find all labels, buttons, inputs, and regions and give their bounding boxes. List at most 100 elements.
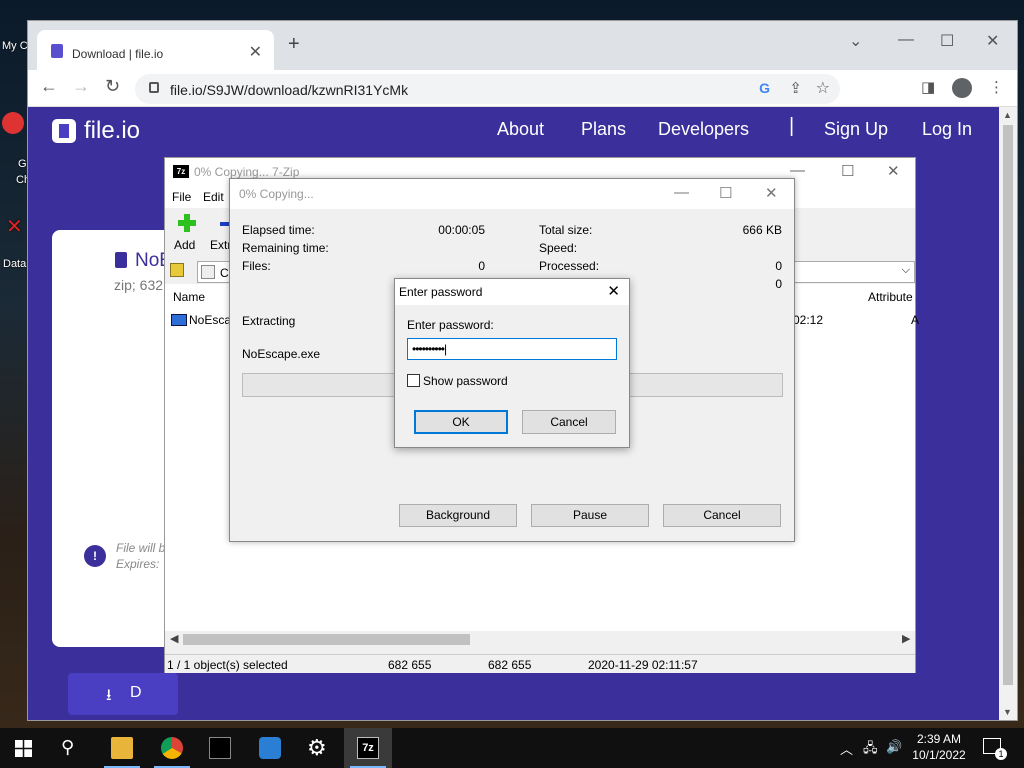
search-button[interactable]: ⚲ xyxy=(48,728,96,768)
taskbar: ⚲ ⚙ 7z ︿ 🖧 🔊 2:39 AM 10/1/2022 1 xyxy=(0,728,1024,768)
chevron-up-icon[interactable]: ︿ xyxy=(840,739,853,758)
url-text: file.io/S9JW/download/kzwnRI31YcMk xyxy=(170,82,409,98)
password-input[interactable]: ••••••••••| xyxy=(407,338,617,360)
maximize-icon[interactable]: ☐ xyxy=(940,31,954,51)
cancel-button[interactable]: Cancel xyxy=(663,504,781,527)
close-icon[interactable]: ✕ xyxy=(887,162,900,180)
speed-label: Speed: xyxy=(539,241,578,255)
desktop-icon-label: My C xyxy=(2,40,28,52)
file-row-time: 02:12 xyxy=(793,313,824,327)
scroll-right-icon[interactable]: ▶ xyxy=(902,632,910,645)
notification-icon[interactable]: 1 xyxy=(983,738,1007,760)
hscroll-thumb[interactable] xyxy=(183,634,470,645)
scroll-left-icon[interactable]: ◀ xyxy=(170,632,178,645)
download-card: NoE zip; 632 ! File will b Expires: xyxy=(52,230,172,647)
start-button[interactable] xyxy=(0,728,48,768)
scroll-down-icon[interactable]: ▼ xyxy=(1003,707,1012,717)
password-titlebar: Enter password ✕ xyxy=(395,279,629,305)
scroll-thumb[interactable] xyxy=(1003,125,1013,685)
status-packed: 682 655 xyxy=(488,658,532,672)
new-tab-icon[interactable]: + xyxy=(288,33,300,56)
maximize-icon[interactable]: ☐ xyxy=(719,184,732,202)
column-name[interactable]: Name xyxy=(173,290,205,304)
processed-value: 0 xyxy=(775,259,782,273)
expiry-note-line1: File will b xyxy=(116,541,166,555)
nav-developers[interactable]: Developers xyxy=(658,119,749,140)
taskbar-explorer[interactable] xyxy=(98,728,146,768)
files-label: Files: xyxy=(242,259,271,273)
column-attributes[interactable]: Attribute xyxy=(868,290,913,304)
nav-about[interactable]: About xyxy=(497,119,544,140)
reload-icon[interactable]: ↻ xyxy=(105,76,120,97)
menu-dots-icon[interactable]: ⋮ xyxy=(989,78,1004,96)
fileio-logo[interactable]: file.io xyxy=(52,117,140,145)
network-icon[interactable]: 🖧 xyxy=(863,739,878,761)
taskbar-settings[interactable]: ⚙ xyxy=(294,728,342,768)
progress-title: 0% Copying... xyxy=(239,187,314,201)
menu-file[interactable]: File xyxy=(172,190,191,204)
close-icon[interactable]: ✕ xyxy=(765,184,778,202)
google-icon[interactable]: G xyxy=(759,80,770,96)
horizontal-scrollbar[interactable]: ◀ ▶ xyxy=(165,631,915,648)
ratio-value: 0 xyxy=(775,277,782,291)
taskbar-terminal[interactable] xyxy=(196,728,244,768)
volume-icon[interactable]: 🔊 xyxy=(886,739,902,755)
download-label: D xyxy=(130,684,142,701)
download-icon: ⭳ xyxy=(106,687,112,704)
browser-tab[interactable]: Download | file.io ✕ xyxy=(37,30,274,70)
7zip-title: 0% Copying... 7-Zip xyxy=(194,165,300,179)
search-icon: ⚲ xyxy=(61,737,75,757)
bookmark-star-icon[interactable]: ☆ xyxy=(816,78,830,98)
tab-bar: Download | file.io ✕ + ⌄ — ☐ ✕ xyxy=(28,21,1017,70)
elapsed-label: Elapsed time: xyxy=(242,223,315,237)
taskbar-app[interactable] xyxy=(246,728,294,768)
add-button[interactable]: Add xyxy=(165,208,205,258)
back-icon[interactable]: ← xyxy=(40,76,58,97)
folder-up-icon[interactable] xyxy=(170,263,184,277)
close-icon[interactable]: ✕ xyxy=(607,282,620,300)
desktop-icon-label-data: Data xyxy=(3,258,27,270)
nav-plans[interactable]: Plans xyxy=(581,119,626,140)
show-password-checkbox[interactable] xyxy=(407,374,420,387)
nav-signup[interactable]: Sign Up xyxy=(824,119,888,140)
clock[interactable]: 2:39 AM 10/1/2022 xyxy=(908,731,970,763)
desktop-icon-chrome[interactable] xyxy=(2,112,28,136)
7zip-logo-icon: 7z xyxy=(173,165,189,178)
notification-count: 1 xyxy=(995,748,1007,760)
scroll-up-icon[interactable]: ▲ xyxy=(1003,110,1012,120)
cancel-button[interactable]: Cancel xyxy=(522,410,616,434)
page-scrollbar[interactable]: ▲ ▼ xyxy=(999,107,1017,720)
minimize-icon[interactable]: — xyxy=(674,184,689,201)
maximize-icon[interactable]: ☐ xyxy=(841,162,854,180)
sidepanel-icon[interactable]: ◨ xyxy=(921,78,935,96)
file-row-attr: A xyxy=(911,313,920,327)
profile-avatar-icon[interactable] xyxy=(952,78,972,98)
data-icon: ✕ xyxy=(6,216,23,238)
chevron-down-icon[interactable]: ⌵ xyxy=(902,264,910,277)
download-button[interactable]: ⭳ D xyxy=(68,673,178,715)
minimize-icon[interactable]: — xyxy=(898,31,914,49)
desktop-icon-mycomputer[interactable]: My C xyxy=(2,40,28,52)
minimize-icon[interactable]: — xyxy=(790,162,805,179)
elapsed-value: 00:00:05 xyxy=(438,223,485,237)
ok-button[interactable]: OK xyxy=(414,410,508,434)
nav-login[interactable]: Log In xyxy=(922,119,972,140)
close-tab-icon[interactable]: ✕ xyxy=(249,42,262,62)
taskbar-7zip[interactable]: 7z xyxy=(344,728,392,768)
address-bar[interactable]: file.io/S9JW/download/kzwnRI31YcMk G ⇪ ☆ xyxy=(135,74,840,104)
chrome-icon xyxy=(161,737,183,759)
pause-button[interactable]: Pause xyxy=(531,504,649,527)
app-icon xyxy=(259,737,281,759)
taskbar-chrome[interactable] xyxy=(148,728,196,768)
progress-titlebar: 0% Copying... — ☐ ✕ xyxy=(230,179,794,209)
total-size-label: Total size: xyxy=(539,223,593,237)
file-meta: zip; 632 xyxy=(114,277,164,293)
close-window-icon[interactable]: ✕ xyxy=(986,31,999,51)
menu-edit[interactable]: Edit xyxy=(203,190,224,204)
show-password-label[interactable]: Show password xyxy=(423,374,508,388)
browser-toolbar: ← → ↻ file.io/S9JW/download/kzwnRI31YcMk… xyxy=(28,70,1017,107)
tab-search-icon[interactable]: ⌄ xyxy=(849,31,862,51)
share-icon[interactable]: ⇪ xyxy=(789,79,802,97)
forward-icon[interactable]: → xyxy=(72,76,90,97)
background-button[interactable]: Background xyxy=(399,504,517,527)
